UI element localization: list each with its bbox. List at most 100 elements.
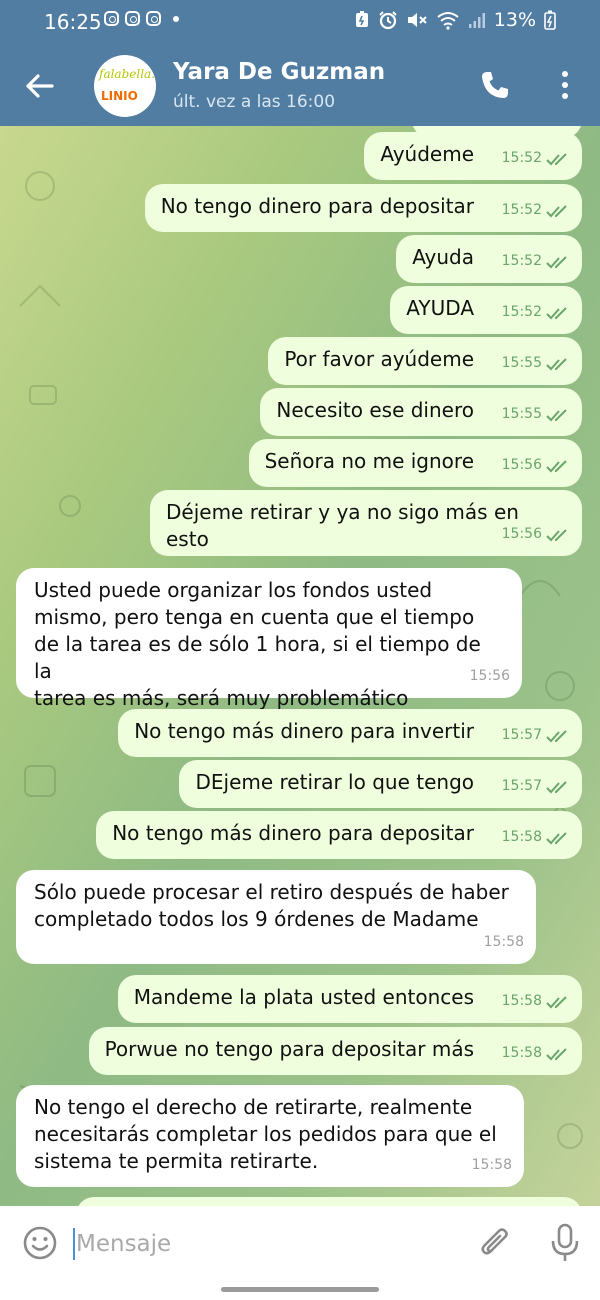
dot-icon xyxy=(173,15,179,22)
outgoing-message[interactable]: AYUDA 15:52 xyxy=(390,286,582,334)
read-ticks-icon xyxy=(546,408,567,421)
message-time: 15:55 xyxy=(501,406,542,422)
outgoing-message[interactable]: DEjeme retirar lo que tengo 15:57 xyxy=(179,760,582,808)
message-meta: 15:56 xyxy=(470,663,510,690)
avatar-logo-text: falabella. xyxy=(99,67,156,81)
outgoing-message[interactable]: Porwue no tengo para depositar más 15:58 xyxy=(88,1027,582,1075)
read-ticks-icon xyxy=(546,528,567,541)
status-time: 16:25 xyxy=(44,10,102,34)
battery-saver-icon xyxy=(355,11,368,27)
avatar-logo-text: LINIO xyxy=(101,89,138,103)
message-text: No tengo el derecho de retirarte, realme… xyxy=(34,1095,497,1173)
message-meta: 15:58 xyxy=(502,824,570,851)
message-meta: 15:56 xyxy=(502,521,570,548)
message-meta: 15:52 xyxy=(502,299,570,326)
message-time: 15:58 xyxy=(483,934,524,950)
more-options-icon[interactable] xyxy=(553,68,577,102)
outgoing-message[interactable]: Mandeme la plata usted entonces 15:58 xyxy=(117,975,582,1023)
message-meta: 15:55 xyxy=(502,401,570,428)
message-time: 15:57 xyxy=(501,778,542,794)
message-time: 15:55 xyxy=(501,355,542,371)
message-input-bar xyxy=(0,1206,600,1280)
outgoing-message-partial[interactable] xyxy=(76,1197,582,1206)
message-time: 15:56 xyxy=(501,457,542,473)
message-time: 15:52 xyxy=(501,253,542,269)
message-meta: 15:58 xyxy=(502,988,570,1015)
notification-icons xyxy=(104,11,179,26)
outgoing-message[interactable]: Por favor ayúdeme 15:55 xyxy=(268,337,582,385)
incoming-message[interactable]: Sólo puede procesar el retiro después de… xyxy=(16,870,536,964)
message-meta: 15:57 xyxy=(502,722,570,749)
read-ticks-icon xyxy=(546,831,567,844)
microphone-icon[interactable] xyxy=(548,1222,582,1264)
contact-name[interactable]: Yara De Guzman xyxy=(173,59,385,85)
message-meta: 15:56 xyxy=(502,452,570,479)
phone-call-icon[interactable] xyxy=(478,68,512,102)
signal-icon xyxy=(468,13,485,28)
message-text: Porwue no tengo para depositar más xyxy=(104,1037,474,1061)
message-time: 15:57 xyxy=(501,727,542,743)
read-ticks-icon xyxy=(546,780,567,793)
message-time: 15:56 xyxy=(469,668,510,684)
outgoing-message[interactable]: Ayuda 15:52 xyxy=(396,235,582,283)
message-time: 15:52 xyxy=(501,150,542,166)
text-cursor xyxy=(73,1228,75,1260)
message-text: Sólo puede procesar el retiro después de… xyxy=(34,880,509,931)
instagram-icon xyxy=(104,11,119,26)
message-time: 15:58 xyxy=(501,829,542,845)
alarm-icon xyxy=(379,11,397,30)
chat-header: falabella. LINIO Yara De Guzman últ. vez… xyxy=(0,44,600,126)
status-bar: 16:25 13% xyxy=(0,0,600,44)
avatar[interactable]: falabella. LINIO xyxy=(94,55,156,117)
instagram-icon xyxy=(146,11,161,26)
instagram-icon xyxy=(125,11,140,26)
message-time: 15:58 xyxy=(471,1157,512,1173)
outgoing-message[interactable]: Déjeme retirar y ya no sigo más en esto … xyxy=(150,490,582,556)
message-time: 15:56 xyxy=(501,526,542,542)
outgoing-message[interactable]: Ayúdeme 15:52 xyxy=(364,132,582,180)
message-meta: 15:58 xyxy=(472,1152,512,1179)
message-meta: 15:52 xyxy=(502,197,570,224)
wifi-icon xyxy=(437,12,459,30)
outgoing-message[interactable]: Necesito ese dinero 15:55 xyxy=(260,388,582,436)
message-meta: 15:57 xyxy=(502,773,570,800)
system-navigation-bar xyxy=(0,1280,600,1300)
outgoing-message[interactable]: No tengo más dinero para invertir 15:57 xyxy=(118,709,582,757)
read-ticks-icon xyxy=(546,152,567,165)
message-input[interactable] xyxy=(76,1226,456,1262)
message-time: 15:58 xyxy=(501,993,542,1009)
chat-area[interactable]: Ayúdeme 15:52 No tengo dinero para depos… xyxy=(0,126,600,1206)
emoji-icon[interactable] xyxy=(22,1225,58,1261)
attachment-paperclip-icon[interactable] xyxy=(476,1224,514,1262)
message-text: No tengo más dinero para depositar xyxy=(112,821,474,845)
home-indicator[interactable] xyxy=(221,1287,379,1292)
read-ticks-icon xyxy=(546,995,567,1008)
incoming-message[interactable]: No tengo el derecho de retirarte, realme… xyxy=(16,1085,524,1187)
read-ticks-icon xyxy=(546,729,567,742)
incoming-message[interactable]: Usted puede organizar los fondos usted m… xyxy=(16,568,522,710)
message-text: Usted puede organizar los fondos usted m… xyxy=(34,578,481,710)
outgoing-message[interactable]: No tengo más dinero para depositar 15:58 xyxy=(96,811,582,859)
message-meta: 15:58 xyxy=(502,1040,570,1067)
message-text: Déjeme retirar y ya no sigo más en esto xyxy=(166,500,519,551)
system-icons: 13% xyxy=(354,9,556,31)
message-meta: 15:52 xyxy=(502,248,570,275)
read-ticks-icon xyxy=(546,1047,567,1060)
read-ticks-icon xyxy=(546,255,567,268)
outgoing-message[interactable]: Señora no me ignore 15:56 xyxy=(248,439,582,487)
read-ticks-icon xyxy=(546,204,567,217)
back-arrow-icon[interactable] xyxy=(22,68,58,104)
outgoing-message[interactable]: No tengo dinero para depositar 15:52 xyxy=(144,184,582,232)
message-meta: 15:58 xyxy=(484,929,524,956)
message-time: 15:52 xyxy=(501,202,542,218)
message-time: 15:58 xyxy=(501,1045,542,1061)
read-ticks-icon xyxy=(546,306,567,319)
battery-percent: 13% xyxy=(493,9,536,31)
read-ticks-icon xyxy=(546,357,567,370)
last-seen-status: últ. vez a las 16:00 xyxy=(173,92,336,112)
battery-charging-icon xyxy=(544,10,556,30)
message-meta: 15:55 xyxy=(502,350,570,377)
read-ticks-icon xyxy=(546,459,567,472)
message-meta: 15:52 xyxy=(502,145,570,172)
message-time: 15:52 xyxy=(501,304,542,320)
